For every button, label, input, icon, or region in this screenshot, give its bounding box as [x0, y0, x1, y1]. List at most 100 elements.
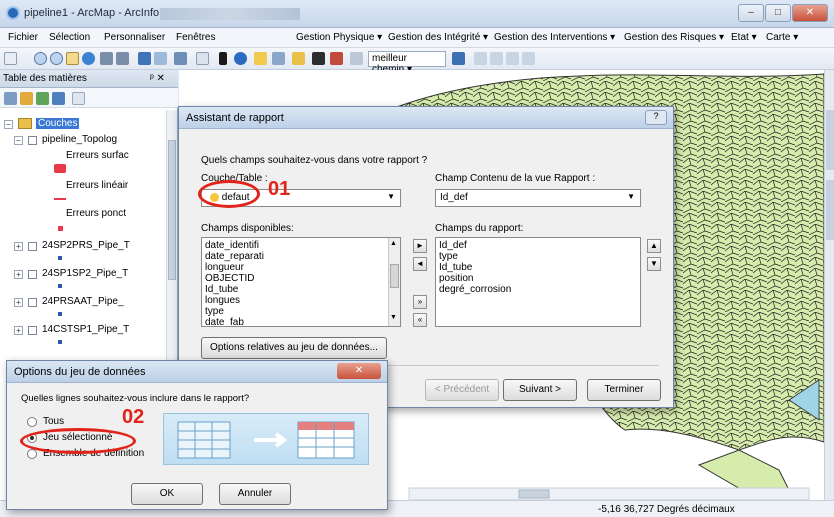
search-tab[interactable] — [826, 180, 834, 240]
report-field-item[interactable]: position — [439, 273, 473, 284]
time-slider-icon[interactable] — [350, 52, 363, 65]
available-field-item[interactable]: date_fab — [205, 317, 244, 326]
dataset-options-button[interactable]: Options relatives au jeu de données... — [201, 337, 387, 359]
layer-1-checkbox[interactable] — [28, 136, 37, 145]
expander-layer-4[interactable]: + — [14, 298, 23, 307]
couches-label[interactable]: Couches — [36, 118, 80, 129]
list-by-visibility-icon[interactable] — [36, 92, 49, 105]
list-by-source-icon[interactable] — [20, 92, 33, 105]
find-icon[interactable] — [312, 52, 325, 65]
back-extent-icon[interactable] — [138, 52, 151, 65]
measure-icon[interactable] — [292, 52, 305, 65]
full-extent-icon[interactable] — [82, 52, 95, 65]
available-field-item[interactable]: longues — [205, 295, 240, 306]
list-by-drawing-order-icon[interactable] — [4, 92, 17, 105]
zoom-out-icon[interactable] — [50, 52, 63, 65]
menu-selection[interactable]: Sélection — [49, 32, 90, 43]
ok-button[interactable]: OK — [131, 483, 203, 505]
layer-4-label[interactable]: 24PRSAAT_Pipe_ — [42, 296, 124, 307]
report-field-item[interactable]: Id_tube — [439, 262, 472, 273]
select-features-icon[interactable] — [174, 52, 187, 65]
available-field-item[interactable]: longueur — [205, 262, 244, 273]
cancel-button[interactable]: Annuler — [219, 483, 291, 505]
expander-layer-3[interactable]: + — [14, 270, 23, 279]
close-button[interactable]: ✕ — [792, 4, 828, 22]
menu-etat[interactable]: Etat ▾ — [731, 32, 757, 43]
expander-layer-5[interactable]: + — [14, 326, 23, 335]
menu-gestion-integrite[interactable]: Gestion des Intégrité ▾ — [388, 32, 488, 43]
list-by-selection-icon[interactable] — [52, 92, 65, 105]
scroll-thumb[interactable] — [390, 264, 399, 288]
available-field-item[interactable]: OBJECTID — [205, 273, 254, 284]
expander-layer-1[interactable]: − — [14, 136, 23, 145]
layer-3-checkbox[interactable] — [28, 270, 37, 279]
available-field-item[interactable]: date_reparati — [205, 251, 264, 262]
report-field-item[interactable]: type — [439, 251, 458, 262]
html-popup-icon[interactable] — [272, 52, 285, 65]
zoom-in-icon[interactable] — [34, 52, 47, 65]
scroll-down-icon[interactable]: ▼ — [390, 314, 397, 321]
help-button[interactable]: ? — [645, 110, 667, 125]
available-list-scrollbar[interactable]: ▲ ▼ — [388, 238, 400, 326]
layer-5-checkbox[interactable] — [28, 326, 37, 335]
layer-1-label[interactable]: pipeline_Topolog — [42, 134, 117, 145]
catalog-tab[interactable] — [826, 110, 834, 170]
fixed-zoom-in-icon[interactable] — [100, 52, 113, 65]
table-icon[interactable] — [452, 52, 465, 65]
options-icon[interactable] — [72, 92, 85, 105]
route-combo[interactable]: meilleur chemin ▾ — [368, 51, 446, 75]
pan-icon[interactable] — [66, 52, 79, 65]
layer-3-label[interactable]: 24SP1SP2_Pipe_T — [42, 268, 128, 279]
previous-button[interactable]: < Précédent — [425, 379, 499, 401]
toc-scroll-thumb[interactable] — [168, 140, 176, 280]
expander-layer-2[interactable]: + — [14, 242, 23, 251]
map-scrollbar-h[interactable] — [408, 487, 810, 500]
layer-2-label[interactable]: 24SP2PRS_Pipe_T — [42, 240, 130, 251]
tool-a-icon[interactable] — [474, 52, 487, 65]
menu-carte[interactable]: Carte ▾ — [766, 32, 798, 43]
report-field-item[interactable]: Id_def — [439, 240, 467, 251]
available-fields-list[interactable]: date_identifi date_reparati longueur OBJ… — [201, 237, 401, 327]
identify-icon[interactable] — [234, 52, 247, 65]
radio-tous[interactable] — [27, 417, 37, 427]
remove-field-button[interactable]: ◄ — [413, 257, 427, 271]
new-document-icon[interactable] — [4, 52, 17, 65]
report-field-item[interactable]: degré_corrosion — [439, 284, 511, 295]
toc-pin-close[interactable]: ᵖ ✕ — [150, 73, 165, 84]
select-elements-icon[interactable] — [219, 52, 227, 65]
layer-5-label[interactable]: 14CSTSP1_Pipe_T — [42, 324, 129, 335]
available-field-item[interactable]: Id_tube — [205, 284, 238, 295]
layer-2-checkbox[interactable] — [28, 242, 37, 251]
clear-selection-icon[interactable] — [196, 52, 209, 65]
menu-fenetres[interactable]: Fenêtres — [176, 32, 215, 43]
report-fields-list[interactable]: Id_def type Id_tube position degré_corro… — [435, 237, 641, 327]
finish-button[interactable]: Terminer — [587, 379, 661, 401]
move-up-button[interactable]: ▲ — [647, 239, 661, 253]
fixed-zoom-out-icon[interactable] — [116, 52, 129, 65]
tool-d-icon[interactable] — [522, 52, 535, 65]
scroll-up-icon[interactable]: ▲ — [390, 240, 397, 247]
hyperlink-icon[interactable] — [254, 52, 267, 65]
available-field-item[interactable]: date_identifi — [205, 240, 259, 251]
menu-gestion-interventions[interactable]: Gestion des Interventions ▾ — [494, 32, 615, 43]
available-field-item[interactable]: type — [205, 306, 224, 317]
menu-gestion-physique[interactable]: Gestion Physique ▾ — [296, 32, 382, 43]
tool-c-icon[interactable] — [506, 52, 519, 65]
next-button[interactable]: Suivant > — [503, 379, 577, 401]
maximize-button[interactable]: □ — [765, 4, 791, 22]
radio-ensemble-definition[interactable] — [27, 449, 37, 459]
minimize-button[interactable]: – — [738, 4, 764, 22]
tool-b-icon[interactable] — [490, 52, 503, 65]
menu-fichier[interactable]: Fichier — [8, 32, 38, 43]
menu-personnaliser[interactable]: Personnaliser — [104, 32, 165, 43]
remove-all-fields-button[interactable]: « — [413, 313, 427, 327]
layer-4-checkbox[interactable] — [28, 298, 37, 307]
forward-extent-icon[interactable] — [154, 52, 167, 65]
right-dock-strip[interactable] — [824, 70, 834, 500]
route-icon[interactable] — [330, 52, 343, 65]
add-all-fields-button[interactable]: » — [413, 295, 427, 309]
expander-couches[interactable]: − — [4, 120, 13, 129]
add-field-button[interactable]: ► — [413, 239, 427, 253]
move-down-button[interactable]: ▼ — [647, 257, 661, 271]
radio-tous-label[interactable]: Tous — [43, 416, 64, 427]
